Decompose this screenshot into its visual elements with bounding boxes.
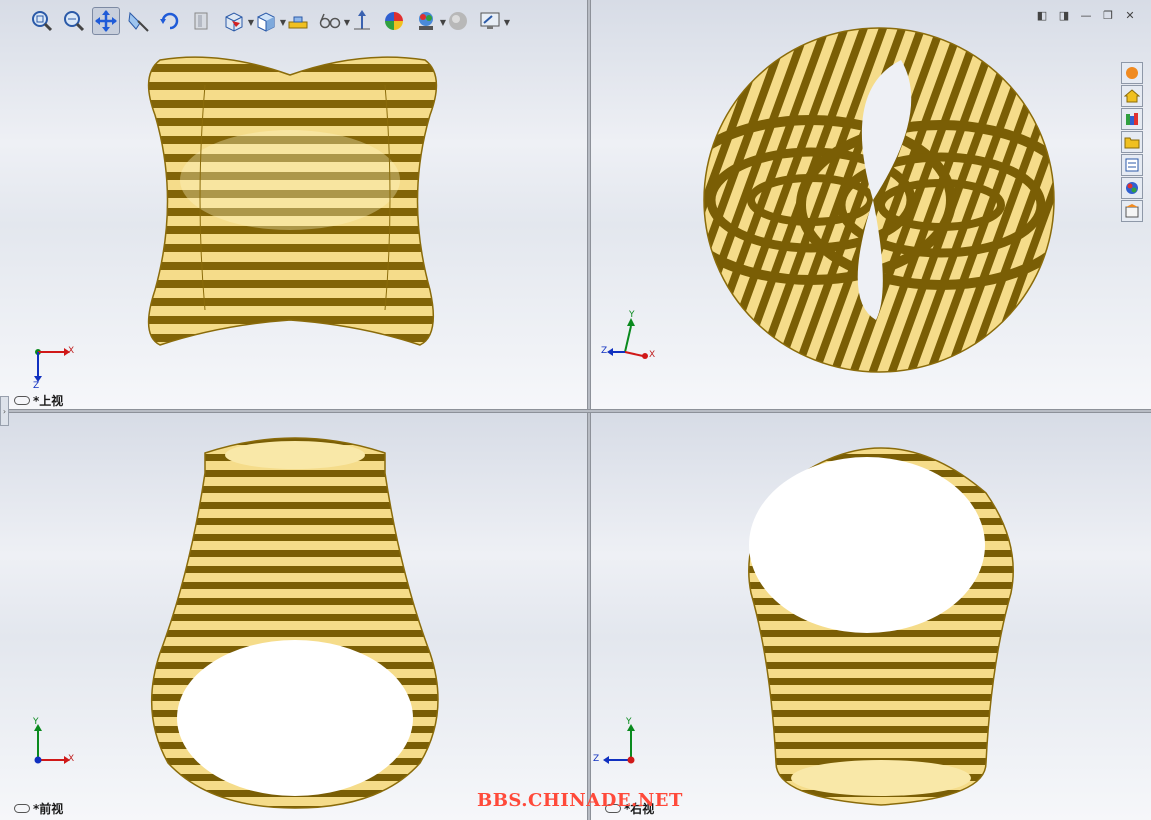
custom-properties-tab[interactable]: [1121, 200, 1143, 222]
link-views-icon: [14, 804, 30, 813]
display-style-cube-icon: [257, 12, 275, 32]
watermark-text: BBS.CHINADE.NET: [477, 790, 683, 811]
scene-icon: [419, 12, 433, 30]
view-name: *上视: [33, 394, 64, 408]
axis-z-label: Z: [601, 346, 608, 356]
edit-appearance-button[interactable]: ▼: [316, 7, 350, 35]
monitor-settings-icon: [480, 12, 500, 29]
zoom-to-fit-icon: [32, 11, 53, 32]
axis-arrows-icon: [354, 10, 370, 30]
solidworks-resources-tab[interactable]: [1121, 62, 1143, 84]
glasses-icon: [319, 13, 341, 29]
viewport-splitter-horizontal[interactable]: [0, 409, 1151, 413]
realview-button[interactable]: [444, 7, 472, 35]
resources-icon: [1126, 67, 1138, 79]
library-icon: [1126, 113, 1138, 125]
color-wheel-icon: [385, 12, 403, 30]
axis-triad-top: [34, 348, 70, 382]
view-orientation-cube-icon: [225, 12, 243, 32]
minimize-icon[interactable]: —: [1079, 8, 1093, 22]
viewport-label-front: *前视: [14, 800, 63, 817]
apply-scene-button[interactable]: ▼: [412, 7, 446, 35]
zoom-to-area-button[interactable]: [60, 7, 88, 35]
model-top-view[interactable]: [0, 0, 587, 409]
axis-x-label: X: [68, 754, 75, 764]
split-right-icon[interactable]: ◨: [1057, 8, 1071, 22]
appearances-tab[interactable]: [1121, 177, 1143, 199]
axis-y-label: Y: [33, 717, 39, 727]
axis-x-label: X: [649, 350, 656, 360]
link-views-icon: [14, 396, 30, 405]
view-orientation-button[interactable]: ▼: [220, 7, 254, 35]
rotate-view-button[interactable]: [156, 7, 184, 35]
viewport-top[interactable]: X Z *上视: [0, 0, 587, 409]
rotate-icon: [160, 12, 179, 30]
close-icon[interactable]: ✕: [1123, 8, 1137, 22]
model-right-view[interactable]: [591, 413, 1151, 820]
display-style-button[interactable]: ▼: [252, 7, 286, 35]
viewport-front[interactable]: Y X *前视: [0, 413, 587, 820]
edit-color-button[interactable]: [380, 7, 408, 35]
axis-triad-iso: [607, 318, 648, 359]
folder-icon: [1124, 137, 1140, 149]
restore-icon[interactable]: ❐: [1101, 8, 1115, 22]
sphere-icon: [449, 12, 467, 30]
properties-icon: [1125, 204, 1139, 218]
axis-z-label: Z: [33, 381, 40, 391]
viewport-label-top: *上视: [14, 392, 63, 409]
window-controls: ◧ ◨ — ❐ ✕: [1035, 8, 1137, 22]
pan-arrows-icon: [95, 10, 117, 32]
feature-manager-expand-handle[interactable]: ›: [0, 396, 9, 426]
axis-triad-front: [34, 724, 70, 764]
home-tab[interactable]: [1121, 85, 1143, 107]
view-palette-tab[interactable]: [1121, 154, 1143, 176]
palette-icon: [1125, 158, 1139, 172]
task-pane-tabs: [1121, 62, 1145, 222]
viewport-right[interactable]: Y Z *右视: [591, 413, 1151, 820]
view-settings-button[interactable]: ▼: [476, 7, 510, 35]
hide-show-icon: [288, 16, 308, 29]
zoom-to-area-icon: [64, 11, 85, 32]
appearance-ball-icon: [1126, 182, 1138, 194]
view-axis-button[interactable]: [348, 7, 376, 35]
previous-view-icon: [194, 12, 208, 30]
pan-button[interactable]: [92, 7, 120, 35]
file-explorer-tab[interactable]: [1121, 131, 1143, 153]
model-front-view[interactable]: [0, 413, 587, 820]
section-view-button[interactable]: [124, 7, 152, 35]
heads-up-view-toolbar: ▼ ▼ ▼ ▼ ▼: [28, 4, 510, 38]
viewport-isometric[interactable]: Y X Z: [591, 0, 1151, 409]
design-library-tab[interactable]: [1121, 108, 1143, 130]
view-name: *前视: [33, 802, 64, 816]
axis-y-label: Y: [626, 717, 632, 727]
axis-y-label: Y: [629, 310, 635, 320]
hide-show-items-button[interactable]: [284, 7, 312, 35]
split-left-icon[interactable]: ◧: [1035, 8, 1049, 22]
home-icon: [1124, 89, 1140, 103]
previous-view-button[interactable]: [188, 7, 216, 35]
axis-z-label: Z: [593, 754, 600, 764]
axis-x-label: X: [68, 346, 75, 356]
section-view-icon: [128, 11, 149, 32]
model-isometric-view[interactable]: [591, 0, 1151, 409]
zoom-to-fit-button[interactable]: [28, 7, 56, 35]
axis-triad-right: [603, 724, 635, 764]
